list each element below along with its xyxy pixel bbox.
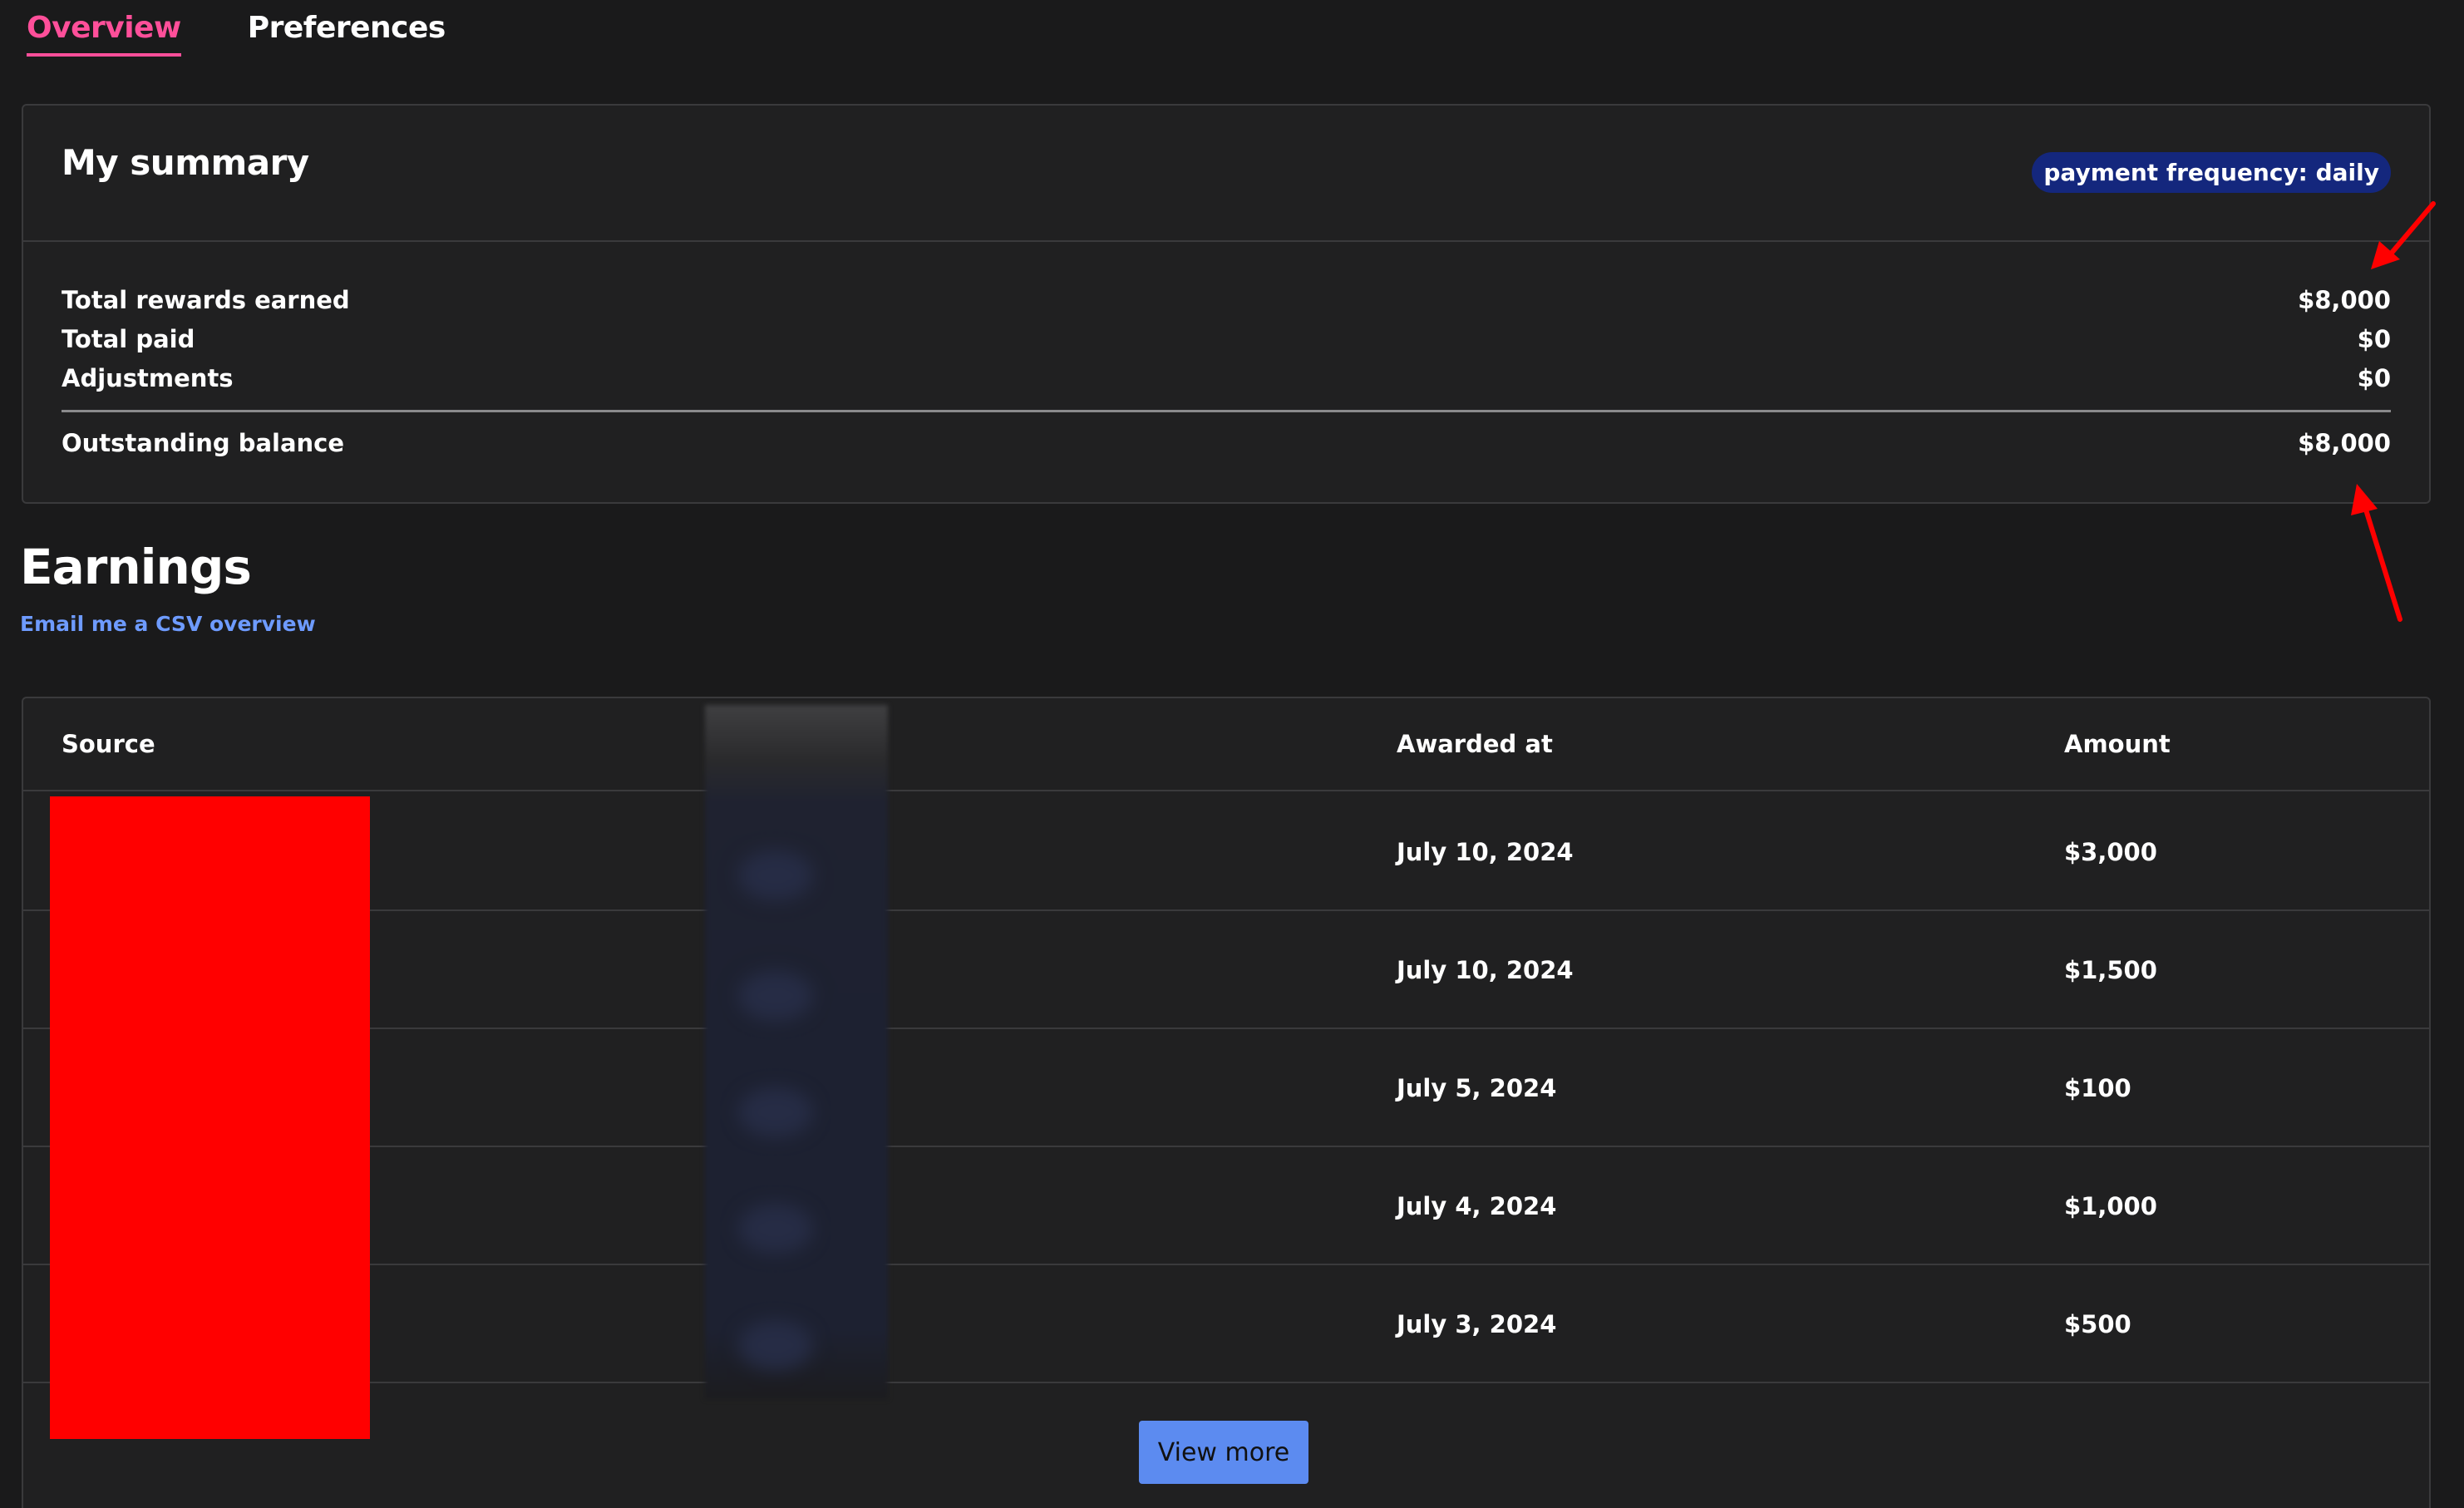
- summary-row-outstanding-balance: Outstanding balance $8,000: [62, 425, 2391, 461]
- tab-preferences[interactable]: Preferences: [248, 0, 446, 53]
- table-row: July 3, 2024 $500: [23, 1264, 2429, 1383]
- table-row: July 4, 2024 $1,000: [23, 1146, 2429, 1265]
- amount-cell: $100: [2064, 1074, 2131, 1102]
- awarded-at-cell: July 3, 2024: [1397, 1310, 1557, 1338]
- table-row: July 5, 2024 $100: [23, 1028, 2429, 1147]
- summary-value: $8,000: [2298, 286, 2391, 314]
- summary-value: $8,000: [2298, 429, 2391, 457]
- earnings-title: Earnings: [20, 539, 252, 595]
- amount-cell: $1,000: [2064, 1192, 2157, 1220]
- table-row: July 10, 2024 $1,500: [23, 909, 2429, 1029]
- summary-label: Outstanding balance: [62, 429, 345, 457]
- summary-label: Total rewards earned: [62, 286, 350, 314]
- arrow-icon: [2351, 484, 2402, 622]
- summary-value: $0: [2357, 364, 2391, 392]
- summary-card: My summary payment frequency: daily Tota…: [22, 104, 2431, 504]
- awarded-at-cell: July 10, 2024: [1397, 956, 1574, 984]
- awarded-at-cell: July 4, 2024: [1397, 1192, 1557, 1220]
- summary-label: Total paid: [62, 325, 195, 353]
- tab-bar: Overview Preferences: [27, 0, 512, 62]
- table-header: Source Awarded at Amount: [23, 698, 2429, 791]
- summary-title: My summary: [62, 142, 309, 183]
- blurred-content: [738, 1320, 813, 1370]
- blurred-content: [738, 1087, 813, 1137]
- column-header-source: Source: [62, 730, 155, 758]
- blurred-column-overlay: [705, 705, 888, 1399]
- view-more-button[interactable]: View more: [1139, 1421, 1308, 1484]
- redacted-source-block: [50, 796, 370, 1439]
- awarded-at-cell: July 10, 2024: [1397, 838, 1574, 866]
- summary-value: $0: [2357, 325, 2391, 353]
- summary-row-total-rewards: Total rewards earned $8,000: [62, 282, 2391, 318]
- column-header-amount: Amount: [2064, 730, 2171, 758]
- summary-label: Adjustments: [62, 364, 234, 392]
- earnings-table: Source Awarded at Amount July 10, 2024 $…: [22, 697, 2431, 1508]
- amount-cell: $500: [2064, 1310, 2131, 1338]
- blurred-content: [738, 1204, 813, 1254]
- summary-divider: [62, 410, 2391, 412]
- awarded-at-cell: July 5, 2024: [1397, 1074, 1557, 1102]
- summary-row-adjustments: Adjustments $0: [62, 360, 2391, 397]
- column-header-awarded-at: Awarded at: [1397, 730, 1553, 758]
- summary-header: My summary payment frequency: daily: [23, 106, 2429, 242]
- summary-row-total-paid: Total paid $0: [62, 321, 2391, 357]
- blurred-content: [738, 850, 813, 900]
- email-csv-link[interactable]: Email me a CSV overview: [20, 612, 316, 636]
- tab-overview[interactable]: Overview: [27, 0, 181, 57]
- table-row: July 10, 2024 $3,000: [23, 791, 2429, 911]
- payment-frequency-badge: payment frequency: daily: [2032, 152, 2391, 193]
- blurred-content: [738, 971, 813, 1021]
- amount-cell: $3,000: [2064, 838, 2157, 866]
- amount-cell: $1,500: [2064, 956, 2157, 984]
